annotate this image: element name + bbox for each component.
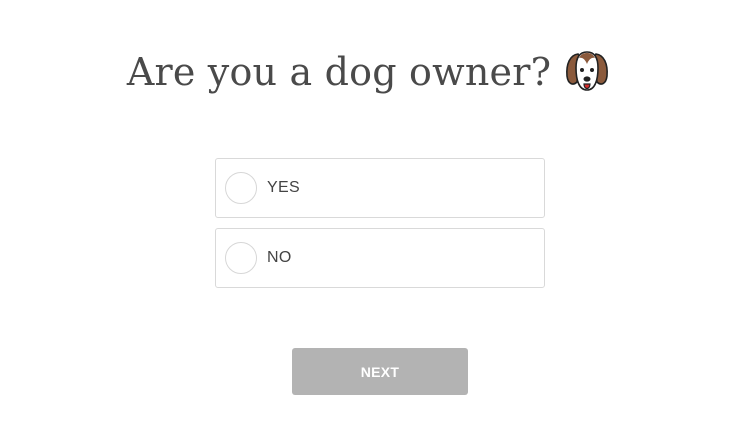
question-header: Are you a dog owner? [0,46,736,98]
dog-face-icon [565,48,609,96]
question-title: Are you a dog owner? [126,50,552,94]
survey-page: Are you a dog owner? YES NO NEXT [0,0,736,442]
answer-options: YES NO [215,158,545,298]
next-button[interactable]: NEXT [292,348,468,395]
option-no[interactable]: NO [215,228,545,288]
option-yes-label: YES [267,179,300,196]
no-radio-button[interactable] [225,242,257,274]
yes-radio-button[interactable] [225,172,257,204]
option-no-label: NO [267,249,292,266]
option-yes[interactable]: YES [215,158,545,218]
